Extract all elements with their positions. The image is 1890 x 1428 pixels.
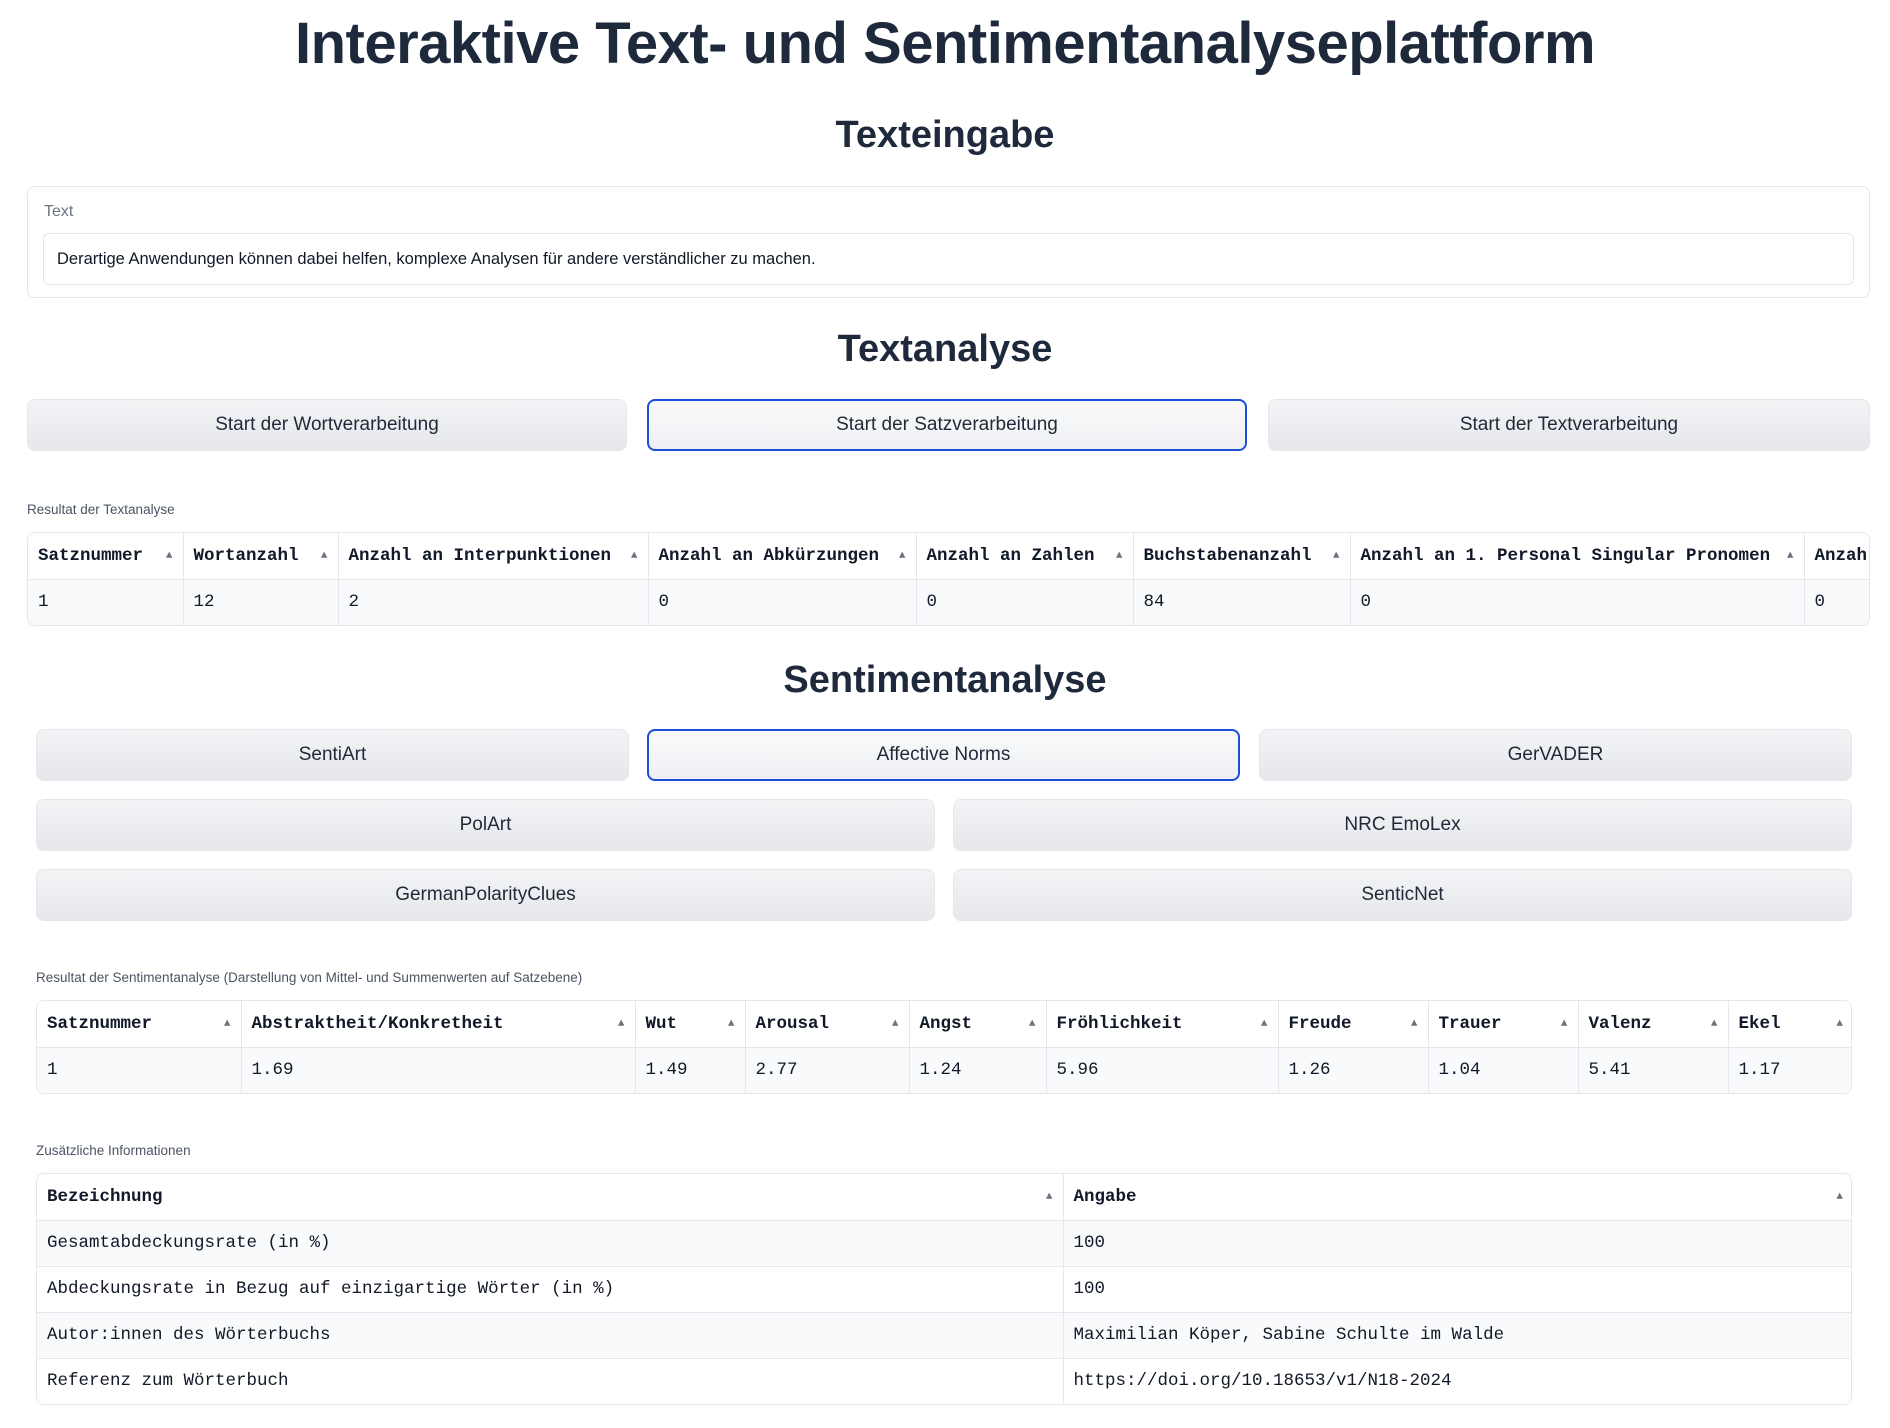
table-cell: 84 (1133, 579, 1351, 625)
sort-ascending-icon[interactable]: ▲ (1836, 1018, 1843, 1030)
additional-info-caption: Zusätzliche Informationen (36, 1143, 191, 1158)
start-satzverarbeitung-button[interactable]: Start der Satzverarbeitung (647, 399, 1247, 451)
table-cell: https://doi.org/10.18653/v1/N18-2024 (1063, 1358, 1851, 1404)
senticnet-button[interactable]: SenticNet (953, 869, 1852, 921)
column-header-wortanzahl[interactable]: Wortanzahl ▲ (183, 533, 339, 580)
table-cell: 12 (183, 579, 339, 625)
textanalyse-result-table: Satznummer ▲ Wortanzahl ▲ Anzahl an Interp… (27, 532, 1870, 626)
table-cell: 1.69 (241, 1047, 636, 1093)
gervader-button[interactable]: GerVADER (1259, 729, 1852, 781)
sort-ascending-icon[interactable]: ▲ (1561, 1018, 1568, 1030)
column-header-freude[interactable]: Freude ▲ (1278, 1001, 1429, 1048)
table-cell: 1 (28, 579, 184, 625)
table-row: Gesamtabdeckungsrate (in %) 100 (37, 1220, 1851, 1267)
column-header-pronomen[interactable]: Anzahl an 1. Personal Singular Pronomen ▲ (1350, 533, 1805, 580)
table-cell: 1.24 (909, 1047, 1047, 1093)
sort-ascending-icon[interactable]: ▲ (1411, 1018, 1418, 1030)
table-cell: 1.04 (1428, 1047, 1579, 1093)
table-row: Abdeckungsrate in Bezug auf einzigartige… (37, 1266, 1851, 1313)
table-cell: Maximilian Köper, Sabine Schulte im Wald… (1063, 1312, 1851, 1359)
start-textverarbeitung-button[interactable]: Start der Textverarbeitung (1268, 399, 1870, 451)
sort-ascending-icon[interactable]: ▲ (1787, 550, 1794, 562)
column-header-angabe[interactable]: Angabe ▲ (1063, 1174, 1851, 1221)
text-input[interactable] (43, 233, 1854, 285)
table-cell: 0 (1350, 579, 1805, 625)
table-header-row: Bezeichnung ▲ Angabe ▲ (37, 1174, 1851, 1221)
sort-ascending-icon[interactable]: ▲ (618, 1018, 625, 1030)
sort-ascending-icon[interactable]: ▲ (1046, 1191, 1053, 1203)
sentiment-result-table: Satznummer ▲ Abstraktheit/Konkretheit ▲ Wu… (36, 1000, 1852, 1094)
table-cell: Autor:innen des Wörterbuchs (37, 1312, 1064, 1359)
sort-ascending-icon[interactable]: ▲ (166, 550, 173, 562)
table-row: 1 12 2 0 0 84 0 0 (28, 579, 1869, 625)
sort-ascending-icon[interactable]: ▲ (321, 550, 328, 562)
column-header-truncated[interactable]: Anzah (1804, 533, 1869, 580)
text-input-label: Text (44, 203, 74, 220)
germanpolarityclues-button[interactable]: GermanPolarityClues (36, 869, 935, 921)
column-header-buchstabenanzahl[interactable]: Buchstabenanzahl ▲ (1133, 533, 1351, 580)
column-header-valenz[interactable]: Valenz ▲ (1578, 1001, 1729, 1048)
table-row: 1 1.69 1.49 2.77 1.24 5.96 1.26 1.04 5.4… (37, 1047, 1851, 1093)
table-cell: Gesamtabdeckungsrate (in %) (37, 1220, 1064, 1267)
table-row: Referenz zum Wörterbuch https://doi.org/… (37, 1358, 1851, 1404)
nrc-emolex-button[interactable]: NRC EmoLex (953, 799, 1852, 851)
column-header-ekel[interactable]: Ekel ▲ (1728, 1001, 1851, 1048)
sort-ascending-icon[interactable]: ▲ (1836, 1191, 1843, 1203)
column-header-trauer[interactable]: Trauer ▲ (1428, 1001, 1579, 1048)
table-cell: Referenz zum Wörterbuch (37, 1358, 1064, 1404)
sentiart-button[interactable]: SentiArt (36, 729, 629, 781)
sort-ascending-icon[interactable]: ▲ (728, 1018, 735, 1030)
affective-norms-button[interactable]: Affective Norms (647, 729, 1240, 781)
sort-ascending-icon[interactable]: ▲ (1333, 550, 1340, 562)
table-cell: 0 (916, 579, 1134, 625)
column-header-interpunktionen[interactable]: Anzahl an Interpunktionen ▲ (338, 533, 649, 580)
column-header-arousal[interactable]: Arousal ▲ (745, 1001, 910, 1048)
table-cell: 5.41 (1578, 1047, 1729, 1093)
column-header-zahlen[interactable]: Anzahl an Zahlen ▲ (916, 533, 1134, 580)
column-header-bezeichnung[interactable]: Bezeichnung ▲ (37, 1174, 1064, 1221)
polart-button[interactable]: PolArt (36, 799, 935, 851)
table-cell: 100 (1063, 1220, 1851, 1267)
textanalyse-result-caption: Resultat der Textanalyse (27, 502, 175, 517)
page-title: Interaktive Text- und Sentimentanalysepl… (294, 11, 1596, 76)
textanalyse-heading: Textanalyse (837, 328, 1053, 370)
table-cell: Abdeckungsrate in Bezug auf einzigartige… (37, 1266, 1064, 1313)
sentiment-result-caption: Resultat der Sentimentanalyse (Darstellu… (36, 970, 583, 985)
sort-ascending-icon[interactable]: ▲ (1711, 1018, 1718, 1030)
additional-info-table: Bezeichnung ▲ Angabe ▲ Gesamtabdeckungsrat… (36, 1173, 1852, 1405)
sort-ascending-icon[interactable]: ▲ (899, 550, 906, 562)
table-row: Autor:innen des Wörterbuchs Maximilian K… (37, 1312, 1851, 1359)
column-header-wut[interactable]: Wut ▲ (635, 1001, 746, 1048)
column-header-abkuerzungen[interactable]: Anzahl an Abkürzungen ▲ (648, 533, 917, 580)
sort-ascending-icon[interactable]: ▲ (1261, 1018, 1268, 1030)
table-cell: 1.17 (1728, 1047, 1851, 1093)
column-header-satznummer[interactable]: Satznummer ▲ (28, 533, 184, 580)
table-cell: 2 (338, 579, 649, 625)
column-header-froehlichkeit[interactable]: Fröhlichkeit ▲ (1046, 1001, 1279, 1048)
table-cell: 1.26 (1278, 1047, 1429, 1093)
sort-ascending-icon[interactable]: ▲ (892, 1018, 899, 1030)
sort-ascending-icon[interactable]: ▲ (1116, 550, 1123, 562)
sort-ascending-icon[interactable]: ▲ (1029, 1018, 1036, 1030)
table-cell: 0 (1804, 579, 1869, 625)
table-cell: 1 (37, 1047, 242, 1093)
table-header-row: Satznummer ▲ Wortanzahl ▲ Anzahl an Interp… (28, 533, 1869, 580)
column-header-angst[interactable]: Angst ▲ (909, 1001, 1047, 1048)
table-cell: 5.96 (1046, 1047, 1279, 1093)
table-cell: 2.77 (745, 1047, 910, 1093)
column-header-abstraktheit[interactable]: Abstraktheit/Konkretheit ▲ (241, 1001, 636, 1048)
table-cell: 0 (648, 579, 917, 625)
table-cell: 100 (1063, 1266, 1851, 1313)
text-input-card: Text (27, 186, 1870, 298)
sentimentanalyse-heading: Sentimentanalyse (783, 659, 1107, 701)
sort-ascending-icon[interactable]: ▲ (224, 1018, 231, 1030)
table-header-row: Satznummer ▲ Abstraktheit/Konkretheit ▲ Wu… (37, 1001, 1851, 1048)
column-header-satznummer[interactable]: Satznummer ▲ (37, 1001, 242, 1048)
sort-ascending-icon[interactable]: ▲ (631, 550, 638, 562)
start-wortverarbeitung-button[interactable]: Start der Wortverarbeitung (27, 399, 627, 451)
texteingabe-heading: Texteingabe (835, 114, 1055, 156)
table-cell: 1.49 (635, 1047, 746, 1093)
